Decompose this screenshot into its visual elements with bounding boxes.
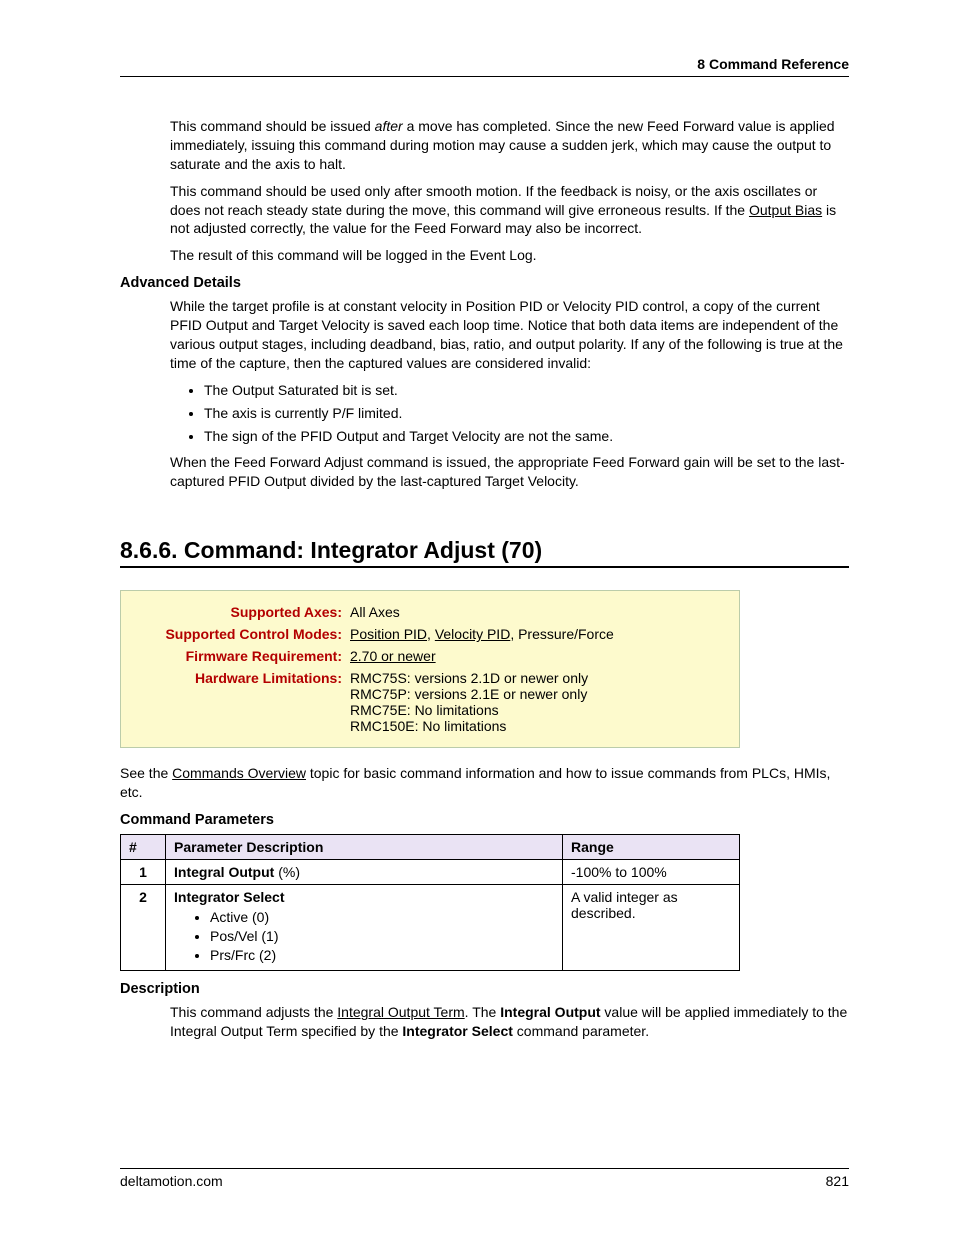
firmware-req-label: Firmware Requirement: — [133, 645, 346, 667]
hw-line: RMC75E: No limitations — [350, 702, 723, 718]
advanced-block: While the target profile is at constant … — [170, 297, 849, 491]
intro-para-1: This command should be issued after a mo… — [170, 117, 849, 174]
supported-modes-label: Supported Control Modes: — [133, 623, 346, 645]
param-range: -100% to 100% — [563, 860, 740, 885]
advanced-bullets: The Output Saturated bit is set. The axi… — [204, 381, 849, 446]
see-overview-para: See the Commands Overview topic for basi… — [120, 764, 849, 802]
page-header: 8 Command Reference — [120, 56, 849, 77]
description-heading: Description — [120, 981, 849, 997]
command-info-box: Supported Axes: All Axes Supported Contr… — [120, 590, 740, 748]
hardware-lim-value: RMC75S: versions 2.1D or newer only RMC7… — [346, 667, 727, 737]
col-range: Range — [563, 835, 740, 860]
parameters-table: # Parameter Description Range 1 Integral… — [120, 834, 740, 971]
supported-axes-value: All Axes — [346, 601, 727, 623]
col-desc: Parameter Description — [166, 835, 563, 860]
integral-output-bold: Integral Output — [500, 1004, 600, 1020]
bullet-item: The sign of the PFID Output and Target V… — [204, 427, 849, 446]
description-block: This command adjusts the Integral Output… — [170, 1003, 849, 1041]
table-row: 2 Integrator Select Active (0) Pos/Vel (… — [121, 885, 740, 971]
intro-para-2: This command should be used only after s… — [170, 182, 849, 239]
hw-line: RMC75P: versions 2.1E or newer only — [350, 686, 723, 702]
param-desc: Integral Output (%) — [166, 860, 563, 885]
table-header-row: # Parameter Description Range — [121, 835, 740, 860]
integrator-select-bold: Integrator Select — [402, 1023, 512, 1039]
description-para: This command adjusts the Integral Output… — [170, 1003, 849, 1041]
position-pid-link[interactable]: Position PID — [350, 626, 427, 642]
bullet-item: The axis is currently P/F limited. — [204, 404, 849, 423]
command-parameters-heading: Command Parameters — [120, 812, 849, 828]
velocity-pid-link[interactable]: Velocity PID — [435, 626, 510, 642]
footer-site: deltamotion.com — [120, 1173, 223, 1189]
page: 8 Command Reference This command should … — [0, 0, 954, 1235]
intro-block: This command should be issued after a mo… — [170, 117, 849, 265]
param-range: A valid integer as described. — [563, 885, 740, 971]
footer-page-number: 821 — [826, 1173, 849, 1189]
param-options: Active (0) Pos/Vel (1) Prs/Frc (2) — [210, 909, 554, 963]
section-title: 8.6.6. Command: Integrator Adjust (70) — [120, 537, 849, 568]
advanced-details-heading: Advanced Details — [120, 275, 849, 291]
advanced-para-1: While the target profile is at constant … — [170, 297, 849, 373]
page-footer: deltamotion.com 821 — [120, 1168, 849, 1189]
integral-output-term-link[interactable]: Integral Output Term — [337, 1004, 464, 1020]
col-num: # — [121, 835, 166, 860]
param-num: 1 — [121, 860, 166, 885]
supported-modes-value: Position PID, Velocity PID, Pressure/For… — [346, 623, 727, 645]
param-option: Prs/Frc (2) — [210, 947, 554, 963]
hw-line: RMC75S: versions 2.1D or newer only — [350, 670, 723, 686]
table-row: 1 Integral Output (%) -100% to 100% — [121, 860, 740, 885]
supported-axes-label: Supported Axes: — [133, 601, 346, 623]
header-title: 8 Command Reference — [697, 56, 849, 72]
output-bias-link[interactable]: Output Bias — [749, 202, 822, 218]
bullet-item: The Output Saturated bit is set. — [204, 381, 849, 400]
firmware-req-value: 2.70 or newer — [346, 645, 727, 667]
hardware-lim-label: Hardware Limitations: — [133, 667, 346, 737]
advanced-para-2: When the Feed Forward Adjust command is … — [170, 453, 849, 491]
param-option: Pos/Vel (1) — [210, 928, 554, 944]
hw-line: RMC150E: No limitations — [350, 718, 723, 734]
param-num: 2 — [121, 885, 166, 971]
param-option: Active (0) — [210, 909, 554, 925]
param-desc: Integrator Select Active (0) Pos/Vel (1)… — [166, 885, 563, 971]
intro-para-3: The result of this command will be logge… — [170, 246, 849, 265]
firmware-link[interactable]: 2.70 or newer — [350, 648, 436, 664]
commands-overview-link[interactable]: Commands Overview — [172, 765, 306, 781]
after-word: after — [375, 118, 403, 134]
